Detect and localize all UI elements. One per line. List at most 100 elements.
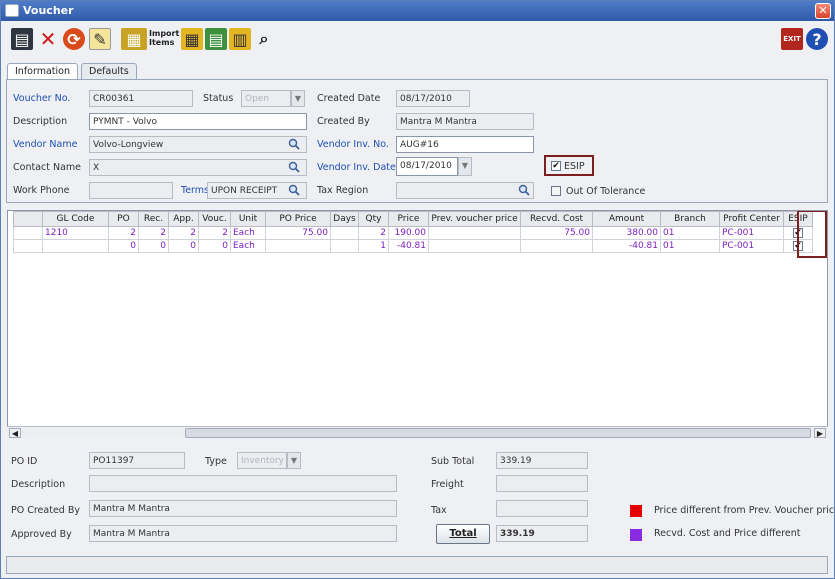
col-po[interactable]: PO	[108, 211, 139, 227]
cell-gl-code[interactable]: 1210	[42, 226, 109, 240]
import-items-icon[interactable]: ▦	[121, 28, 147, 50]
tab-defaults[interactable]: Defaults	[81, 63, 137, 79]
cell-profit-center[interactable]: PC-001	[719, 239, 784, 253]
esip-checkbox[interactable]: ✔	[551, 161, 561, 171]
exit-button[interactable]: EXIT	[781, 28, 803, 50]
cell-days[interactable]	[330, 226, 359, 240]
col-unit[interactable]: Unit	[230, 211, 266, 227]
window-title: Voucher	[23, 4, 74, 17]
refresh-icon[interactable]: ⟳	[63, 28, 85, 50]
total-field: 339.19	[496, 525, 588, 542]
help-icon[interactable]: ?	[806, 28, 828, 50]
col-profit-center[interactable]: Profit Center	[719, 211, 784, 227]
created-by-field: Mantra M Mantra	[396, 113, 534, 130]
import-items-button[interactable]: Import Items	[149, 29, 179, 47]
cell-branch[interactable]: 01	[660, 239, 720, 253]
cell-vouc[interactable]: 2	[198, 226, 231, 240]
status-select[interactable]: Open	[241, 90, 291, 107]
cell-prev-voucher-price[interactable]	[428, 226, 521, 240]
toolbar: ▤ ✕ ⟳ ✎ ▦ Import Items ▦ ▤ ▥ ⌕ EXIT ?	[1, 21, 834, 59]
note-icon[interactable]: ✎	[89, 28, 111, 50]
cell-recvd-cost[interactable]: 75.00	[520, 226, 593, 240]
type-label: Type	[205, 456, 227, 467]
contact-name-field[interactable]: X	[89, 159, 307, 176]
binoculars-icon[interactable]: ⌕	[253, 28, 275, 50]
cell-days[interactable]	[330, 239, 359, 253]
close-button[interactable]: ✕	[815, 3, 831, 19]
vendor-inv-date-label: Vendor Inv. Date	[317, 162, 396, 173]
cell-unit[interactable]: Each	[230, 226, 266, 240]
sub-total-field: 339.19	[496, 452, 588, 469]
tax-region-field[interactable]	[396, 182, 534, 199]
col-price[interactable]: Price	[388, 211, 429, 227]
voucher-lines-grid[interactable]: GL Code PO Rec. App. Vouc. Unit PO Price…	[7, 210, 828, 438]
cell-po-price[interactable]	[265, 239, 331, 253]
grid-horizontal-scrollbar[interactable]: ◀ ▶	[7, 426, 828, 438]
cell-rec[interactable]: 2	[138, 226, 169, 240]
table-row[interactable]: 1210 2 2 2 2 Each 75.00 2 190.00 75.00 3…	[13, 226, 813, 240]
vendor-name-field[interactable]: Volvo-Longview	[89, 136, 307, 153]
cell-prev-voucher-price[interactable]	[428, 239, 521, 253]
col-rec[interactable]: Rec.	[138, 211, 169, 227]
col-vouc[interactable]: Vouc.	[198, 211, 231, 227]
col-recvd-cost[interactable]: Recvd. Cost	[520, 211, 593, 227]
col-app[interactable]: App.	[168, 211, 199, 227]
col-qty[interactable]: Qty	[358, 211, 389, 227]
col-gl-code[interactable]: GL Code	[42, 211, 109, 227]
grid-icon[interactable]: ▦	[181, 28, 203, 50]
save-icon[interactable]: ▤	[11, 28, 33, 50]
col-days[interactable]: Days	[330, 211, 359, 227]
cell-price[interactable]: -40.81	[388, 239, 429, 253]
tax-region-search-icon[interactable]	[518, 184, 530, 196]
col-branch[interactable]: Branch	[660, 211, 720, 227]
scroll-left-arrow[interactable]: ◀	[9, 428, 21, 438]
cell-gl-code[interactable]	[42, 239, 109, 253]
scroll-thumb[interactable]	[185, 428, 811, 438]
cell-po[interactable]: 0	[108, 239, 139, 253]
scroll-right-arrow[interactable]: ▶	[814, 428, 826, 438]
cell-app[interactable]: 0	[168, 239, 199, 253]
col-amount[interactable]: Amount	[592, 211, 661, 227]
cell-qty[interactable]: 1	[358, 239, 389, 253]
cell-app[interactable]: 2	[168, 226, 199, 240]
total-button[interactable]: Total	[436, 524, 490, 544]
table-row[interactable]: 0 0 0 0 Each 1 -40.81 -40.81 01 PC-001 ✔	[13, 239, 813, 253]
description-input[interactable]: PYMNT - Volvo	[89, 113, 307, 130]
esip-column-highlight	[797, 211, 827, 258]
work-phone-field[interactable]	[89, 182, 173, 199]
list-icon[interactable]: ▤	[205, 28, 227, 50]
esip-label: ESIP	[564, 161, 585, 172]
cell-profit-center[interactable]: PC-001	[719, 226, 784, 240]
vendor-inv-date-picker[interactable]: ▼	[458, 157, 472, 176]
cell-po[interactable]: 2	[108, 226, 139, 240]
type-dropdown-arrow[interactable]: ▼	[287, 452, 301, 469]
cell-amount[interactable]: 380.00	[592, 226, 661, 240]
delete-icon[interactable]: ✕	[37, 27, 59, 51]
terms-search-icon[interactable]	[288, 184, 300, 196]
cell-po-price[interactable]: 75.00	[265, 226, 331, 240]
cell-qty[interactable]: 2	[358, 226, 389, 240]
cell-branch[interactable]: 01	[660, 226, 720, 240]
out-of-tolerance-checkbox[interactable]	[551, 186, 561, 196]
cell-amount[interactable]: -40.81	[592, 239, 661, 253]
status-dropdown-arrow[interactable]: ▼	[291, 90, 305, 107]
information-panel: Voucher No. CR00361 Status Open ▼ Create…	[6, 79, 828, 203]
vendor-inv-no-input[interactable]: AUG#16	[396, 136, 534, 153]
created-date-field: 08/17/2010	[396, 90, 470, 107]
col-prev-voucher-price[interactable]: Prev. voucher price	[428, 211, 521, 227]
col-po-price[interactable]: PO Price	[265, 211, 331, 227]
description-label: Description	[13, 116, 68, 127]
cell-rec[interactable]: 0	[138, 239, 169, 253]
cell-recvd-cost[interactable]	[520, 239, 593, 253]
cell-price[interactable]: 190.00	[388, 226, 429, 240]
contact-search-icon[interactable]	[288, 161, 300, 173]
tax-label: Tax	[431, 505, 447, 516]
cell-vouc[interactable]: 0	[198, 239, 231, 253]
document-icon[interactable]: ▥	[229, 28, 251, 50]
cell-unit[interactable]: Each	[230, 239, 266, 253]
freight-field	[496, 475, 588, 492]
type-select[interactable]: Inventory	[237, 452, 287, 469]
tab-information[interactable]: Information	[7, 63, 78, 79]
vendor-search-icon[interactable]	[288, 138, 300, 150]
vendor-inv-date-input[interactable]: 08/17/2010	[396, 157, 458, 176]
